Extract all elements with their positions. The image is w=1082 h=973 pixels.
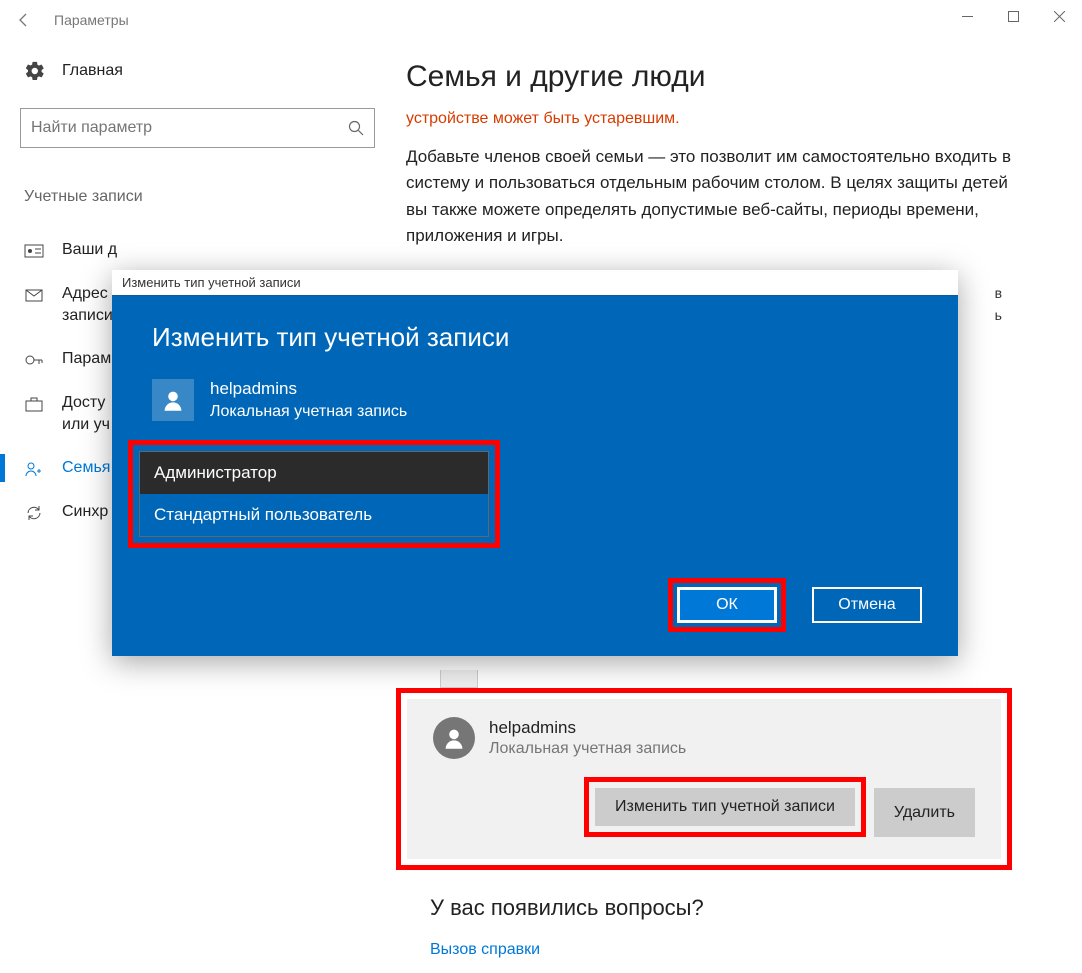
ok-button-highlight: ОК bbox=[668, 578, 786, 632]
delete-user-button[interactable]: Удалить bbox=[874, 788, 975, 837]
warning-text: устройстве может быть устаревшим. bbox=[406, 110, 1032, 128]
nav-label: Досту или уч bbox=[62, 392, 110, 435]
help-section: У вас появились вопросы? Вызов справки bbox=[430, 895, 704, 959]
window-controls bbox=[944, 0, 1082, 32]
description-paragraph: Добавьте членов своей семьи — это позвол… bbox=[406, 144, 1032, 249]
user-card[interactable]: helpadmins Локальная учетная запись Изме… bbox=[407, 699, 1001, 859]
dialog-user-subtitle: Локальная учетная запись bbox=[210, 403, 407, 421]
nav-label: Семья bbox=[62, 457, 110, 479]
change-account-type-button[interactable]: Изменить тип учетной записи bbox=[595, 788, 855, 826]
home-link[interactable]: Главная bbox=[20, 60, 370, 82]
search-input[interactable] bbox=[31, 119, 348, 137]
help-heading: У вас появились вопросы? bbox=[430, 895, 704, 921]
nav-label: Синхр bbox=[62, 501, 108, 523]
people-icon bbox=[24, 459, 44, 479]
maximize-button[interactable] bbox=[990, 0, 1036, 32]
user-name: helpadmins bbox=[489, 718, 686, 738]
dropdown-option-standard[interactable]: Стандартный пользователь bbox=[140, 494, 488, 536]
search-box[interactable] bbox=[20, 108, 375, 148]
minimize-button[interactable] bbox=[944, 0, 990, 32]
dialog-heading: Изменить тип учетной записи bbox=[152, 322, 922, 353]
account-type-dropdown[interactable]: Администратор Стандартный пользователь bbox=[139, 451, 489, 537]
hidden-text-fragment: вь bbox=[995, 282, 1002, 327]
sync-icon bbox=[24, 503, 44, 523]
window-title: Параметры bbox=[54, 12, 129, 28]
search-icon bbox=[348, 120, 364, 136]
titlebar: Параметры bbox=[0, 0, 1082, 40]
nav-label: Ваши д bbox=[62, 239, 117, 261]
dropdown-option-admin[interactable]: Администратор bbox=[140, 452, 488, 494]
dialog-titlebar[interactable]: Изменить тип учетной записи bbox=[112, 270, 958, 296]
gear-icon bbox=[24, 60, 46, 82]
nav-label: Парам bbox=[62, 348, 111, 370]
mail-icon bbox=[24, 285, 44, 305]
category-heading: Учетные записи bbox=[20, 188, 370, 206]
page-heading: Семья и другие люди bbox=[406, 60, 1032, 94]
user-row: helpadmins Локальная учетная запись bbox=[433, 717, 975, 759]
home-label: Главная bbox=[62, 62, 123, 80]
briefcase-icon bbox=[24, 394, 44, 414]
nav-label: Адрес записи bbox=[62, 283, 113, 326]
dialog-button-row: ОК Отмена bbox=[668, 578, 922, 632]
card-button-row: Изменить тип учетной записи Удалить bbox=[433, 777, 975, 837]
account-type-dropdown-highlight: Администратор Стандартный пользователь bbox=[128, 440, 500, 548]
ok-button[interactable]: ОК bbox=[677, 587, 777, 623]
close-button[interactable] bbox=[1036, 0, 1082, 32]
add-button-partial[interactable] bbox=[440, 670, 478, 688]
nav-your-info[interactable]: Ваши д bbox=[20, 228, 370, 272]
change-type-highlight: Изменить тип учетной записи bbox=[584, 777, 866, 837]
help-link[interactable]: Вызов справки bbox=[430, 941, 704, 959]
back-button[interactable] bbox=[8, 4, 40, 36]
dialog-user-row: helpadmins Локальная учетная запись bbox=[152, 379, 922, 421]
key-icon bbox=[24, 350, 44, 370]
avatar-icon bbox=[433, 717, 475, 759]
id-card-icon bbox=[24, 241, 44, 261]
dialog-user-name: helpadmins bbox=[210, 379, 407, 399]
user-card-highlight: helpadmins Локальная учетная запись Изме… bbox=[396, 688, 1012, 870]
user-subtitle: Локальная учетная запись bbox=[489, 740, 686, 758]
avatar-icon bbox=[152, 379, 194, 421]
cancel-button[interactable]: Отмена bbox=[812, 587, 922, 623]
